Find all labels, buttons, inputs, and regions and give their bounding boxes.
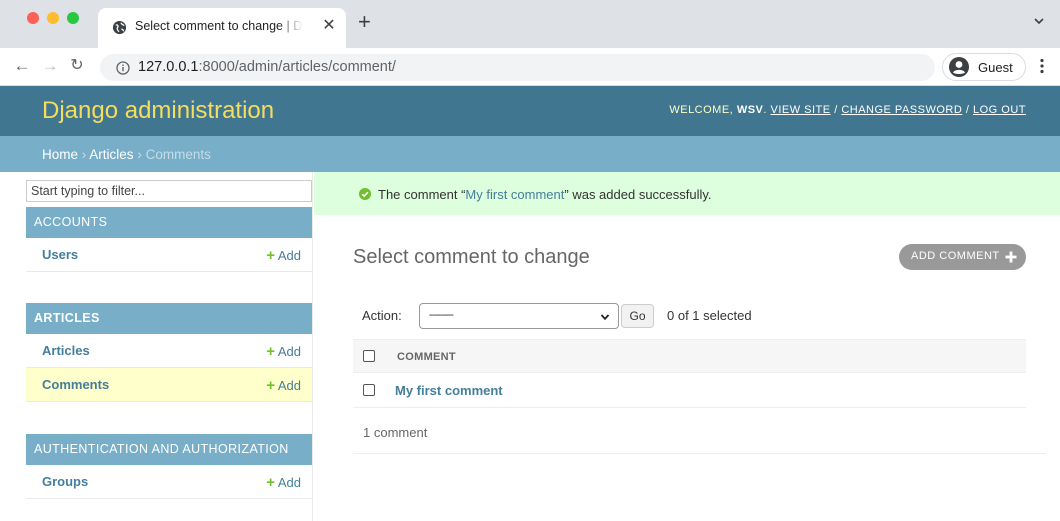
module-caption[interactable]: ARTICLES bbox=[26, 303, 312, 334]
module-articles: ARTICLES Articles + Add Comments + Add bbox=[26, 303, 312, 402]
nav-sidebar: Start typing to filter... ACCOUNTS Users… bbox=[0, 172, 313, 521]
result-count: 1 comment bbox=[363, 425, 428, 440]
breadcrumb: Home › Articles › Comments bbox=[0, 136, 1060, 172]
row-checkbox[interactable] bbox=[363, 384, 375, 396]
success-message: The comment “My first comment” was added… bbox=[314, 172, 1060, 215]
profile-avatar-icon bbox=[949, 57, 969, 77]
add-link[interactable]: + Add bbox=[266, 247, 301, 264]
action-select[interactable]: --------- bbox=[419, 303, 619, 329]
model-link[interactable]: Articles bbox=[42, 343, 90, 358]
browser-tab[interactable]: Select comment to change | Django site a… bbox=[98, 8, 346, 48]
row-link[interactable]: My first comment bbox=[395, 383, 503, 398]
success-check-icon bbox=[359, 188, 371, 200]
admin-header: Django administration WELCOME, WSV. VIEW… bbox=[0, 86, 1060, 136]
welcome-text: WELCOME, bbox=[669, 104, 734, 116]
window-close-dot[interactable] bbox=[27, 12, 39, 24]
view-site-link[interactable]: VIEW SITE bbox=[771, 104, 831, 116]
back-arrow-icon[interactable]: ← bbox=[12, 56, 32, 76]
plus-icon: + bbox=[266, 377, 275, 394]
add-label: Add bbox=[277, 344, 301, 359]
globe-icon bbox=[112, 20, 127, 35]
breadcrumb-current: Comments bbox=[145, 147, 211, 162]
chevron-down-icon bbox=[600, 314, 610, 321]
action-label: Action: bbox=[362, 308, 402, 323]
module-auth: AUTHENTICATION AND AUTHORIZATION Groups … bbox=[26, 434, 312, 499]
model-link[interactable]: Comments bbox=[42, 377, 109, 392]
profile-label: Guest bbox=[978, 60, 1013, 75]
address-bar[interactable]: 127.0.0.1:8000/admin/articles/comment/ bbox=[100, 54, 935, 81]
url-host: 127.0.0.1 bbox=[138, 59, 199, 75]
model-link[interactable]: Users bbox=[42, 247, 78, 262]
username: WSV bbox=[736, 104, 764, 116]
sidebar-item-comments: Comments + Add bbox=[26, 368, 312, 402]
nav-filter-input[interactable]: Start typing to filter... bbox=[26, 180, 312, 202]
sidebar-item-groups: Groups + Add bbox=[26, 465, 312, 499]
message-text: The comment “My first comment” was added… bbox=[378, 187, 712, 202]
table-header: COMMENT bbox=[353, 339, 1026, 373]
profile-button[interactable]: Guest bbox=[942, 53, 1026, 81]
browser-toolbar: ← → ↻ 127.0.0.1:8000/admin/articles/comm… bbox=[0, 48, 1060, 86]
go-button[interactable]: Go bbox=[621, 304, 654, 328]
url-text: 127.0.0.1:8000/admin/articles/comment/ bbox=[138, 59, 396, 75]
window-minimize-dot[interactable] bbox=[47, 12, 59, 24]
sidebar-item-articles: Articles + Add bbox=[26, 334, 312, 368]
message-object-link[interactable]: My first comment bbox=[465, 187, 564, 202]
chevron-down-icon[interactable] bbox=[1032, 14, 1046, 28]
url-path: :8000/admin/articles/comment/ bbox=[198, 59, 396, 75]
change-password-link[interactable]: CHANGE PASSWORD bbox=[841, 104, 962, 116]
add-label: Add bbox=[277, 378, 301, 393]
sidebar-item-users: Users + Add bbox=[26, 238, 312, 272]
log-out-link[interactable]: LOG OUT bbox=[973, 104, 1026, 116]
info-icon[interactable] bbox=[116, 61, 130, 75]
paginator: 1 comment bbox=[353, 410, 1046, 454]
add-link[interactable]: + Add bbox=[266, 377, 301, 394]
user-tools: WELCOME, WSV. VIEW SITE / CHANGE PASSWOR… bbox=[669, 104, 1026, 116]
add-comment-label: ADD COMMENT bbox=[911, 250, 1000, 262]
module-caption[interactable]: AUTHENTICATION AND AUTHORIZATION bbox=[26, 434, 312, 465]
column-header-comment[interactable]: COMMENT bbox=[397, 351, 456, 363]
result-list: COMMENT My first comment bbox=[353, 339, 1026, 408]
module-caption[interactable]: ACCOUNTS bbox=[26, 207, 312, 238]
separator: / bbox=[965, 104, 970, 116]
message-prefix: The comment “ bbox=[378, 187, 466, 202]
forward-arrow-icon[interactable]: → bbox=[40, 56, 60, 76]
browser-menu-icon[interactable] bbox=[1040, 58, 1044, 74]
new-tab-icon[interactable]: + bbox=[358, 11, 371, 33]
add-label: Add bbox=[277, 248, 301, 263]
add-link[interactable]: + Add bbox=[266, 343, 301, 360]
model-link[interactable]: Groups bbox=[42, 474, 88, 489]
browser-tab-strip: Select comment to change | Django site a… bbox=[0, 0, 1060, 48]
breadcrumb-separator: › bbox=[137, 147, 142, 162]
actions-bar: Action: --------- Go 0 of 1 selected bbox=[353, 303, 1025, 329]
select-all-checkbox[interactable] bbox=[363, 350, 375, 362]
reload-icon[interactable]: ↻ bbox=[67, 56, 87, 76]
page-title: Select comment to change bbox=[353, 246, 590, 268]
breadcrumb-home[interactable]: Home bbox=[42, 147, 78, 162]
add-comment-button[interactable]: ADD COMMENT bbox=[899, 244, 1026, 270]
module-accounts: ACCOUNTS Users + Add bbox=[26, 207, 312, 272]
add-label: Add bbox=[277, 475, 301, 490]
action-select-value: --------- bbox=[429, 309, 454, 321]
site-branding[interactable]: Django administration bbox=[42, 97, 274, 125]
plus-icon: + bbox=[266, 247, 275, 264]
tab-title: Select comment to change | Django site a… bbox=[135, 19, 303, 33]
tab-close-icon[interactable]: ✕ bbox=[320, 17, 338, 35]
plus-icon: + bbox=[266, 474, 275, 491]
window-zoom-dot[interactable] bbox=[67, 12, 79, 24]
plus-icon bbox=[1005, 251, 1017, 263]
selection-counter: 0 of 1 selected bbox=[667, 308, 752, 323]
message-suffix: ” was added successfully. bbox=[564, 187, 712, 202]
breadcrumb-app[interactable]: Articles bbox=[89, 147, 133, 162]
table-row: My first comment bbox=[353, 373, 1026, 408]
separator: / bbox=[834, 104, 838, 116]
breadcrumb-separator: › bbox=[81, 147, 87, 162]
add-link[interactable]: + Add bbox=[266, 474, 301, 491]
plus-icon: + bbox=[266, 343, 275, 360]
